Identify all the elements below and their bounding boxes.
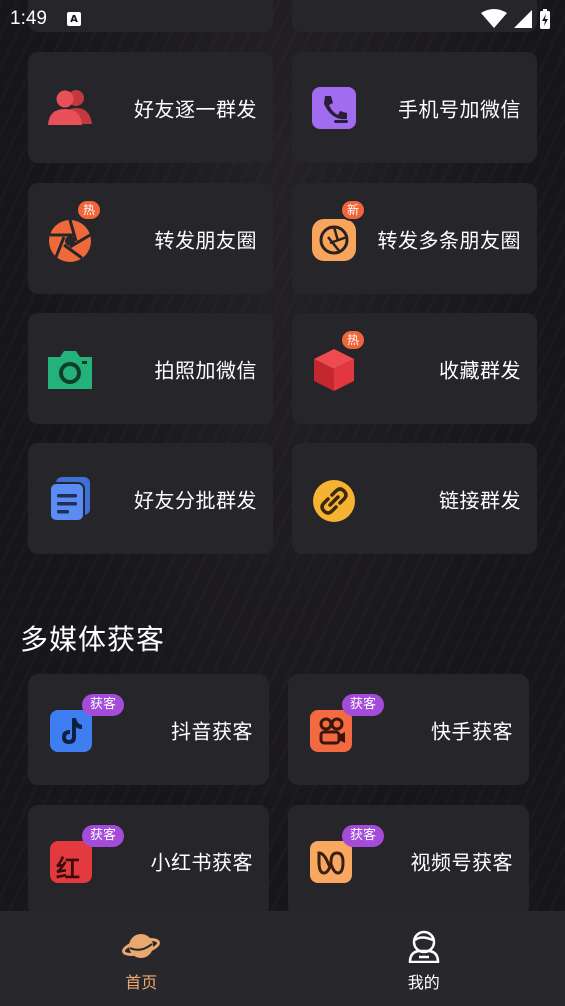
- tool-label: 转发多条朋友圈: [377, 228, 521, 252]
- planet-icon: [122, 934, 161, 958]
- tool-card-forward-moments[interactable]: 热 转发朋友圈: [28, 183, 273, 294]
- notification-icon: A: [66, 12, 81, 26]
- badge-hot: 热: [76, 198, 102, 221]
- camera-icon: [46, 345, 94, 393]
- tab-home-label: 首页: [125, 973, 158, 992]
- user-icon: [408, 930, 440, 963]
- media-card-douyin[interactable]: 获客 抖音获客: [28, 674, 269, 785]
- tool-label: 转发朋友圈: [154, 228, 257, 252]
- douyin-icon: 获客: [48, 693, 124, 754]
- tool-card-link-broadcast[interactable]: 链接群发: [292, 443, 537, 554]
- tool-card-friend-batch-broadcast[interactable]: 好友分批群发: [28, 443, 273, 554]
- document-stack-icon: [46, 475, 94, 523]
- tool-label: 好友分批群发: [134, 488, 257, 512]
- battery-icon: [540, 9, 550, 29]
- tool-card-forward-multi-moments[interactable]: 新 转发多条朋友圈: [292, 183, 537, 294]
- status-time: 1:49: [10, 8, 47, 29]
- tool-label: 收藏群发: [439, 358, 521, 382]
- badge-get-customers: 获客: [342, 693, 384, 716]
- tab-mine[interactable]: 我的: [283, 911, 565, 1006]
- badge-get-customers: 获客: [82, 693, 124, 716]
- signal-icon: [514, 10, 532, 28]
- badge-get-customers: 获客: [342, 824, 384, 847]
- phone-icon: [310, 84, 358, 132]
- tool-label: 拍照加微信: [154, 358, 257, 382]
- media-label: 抖音获客: [171, 719, 253, 743]
- tab-mine-label: 我的: [407, 973, 440, 992]
- wifi-icon: [481, 9, 507, 28]
- kuaishou-icon: 获客: [308, 693, 384, 754]
- aperture-icon: 热: [46, 198, 102, 263]
- tool-card-friend-broadcast[interactable]: 好友逐一群发: [28, 52, 273, 163]
- badge-get-customers: 获客: [82, 824, 124, 847]
- status-bar: 1:49 A: [0, 0, 565, 38]
- media-label: 快手获客: [431, 719, 513, 743]
- media-card-channels[interactable]: 获客 视频号获客: [288, 805, 529, 916]
- media-card-kuaishou[interactable]: 获客 快手获客: [288, 674, 529, 785]
- xiaohongshu-icon: 红 获客: [48, 824, 124, 885]
- media-label: 视频号获客: [410, 850, 513, 874]
- media-label: 小红书获客: [150, 850, 253, 874]
- badge-new: 新: [340, 198, 366, 221]
- users-group-icon: [46, 84, 94, 132]
- tool-label: 好友逐一群发: [134, 97, 257, 121]
- xiaohongshu-icon-text: 红: [56, 854, 80, 883]
- channels-icon: 获客: [308, 824, 384, 885]
- tool-card-favorites-broadcast[interactable]: 热 收藏群发: [292, 313, 537, 424]
- badge-hot: 热: [340, 328, 366, 351]
- cube-icon: 热: [310, 328, 366, 393]
- tool-card-phone-add-wechat[interactable]: 手机号加微信: [292, 52, 537, 163]
- tool-label: 链接群发: [439, 488, 521, 512]
- tool-card-photo-add-wechat[interactable]: 拍照加微信: [28, 313, 273, 424]
- aperture-multi-icon: 新: [310, 198, 366, 263]
- tool-label: 手机号加微信: [398, 97, 521, 121]
- section-title-media: 多媒体获客: [20, 623, 166, 656]
- bottom-tab-bar: 首页 我的: [0, 911, 565, 1006]
- media-card-xiaohongshu[interactable]: 红 获客 小红书获客: [28, 805, 269, 916]
- tab-home[interactable]: 首页: [0, 911, 283, 1006]
- link-icon: [310, 475, 358, 523]
